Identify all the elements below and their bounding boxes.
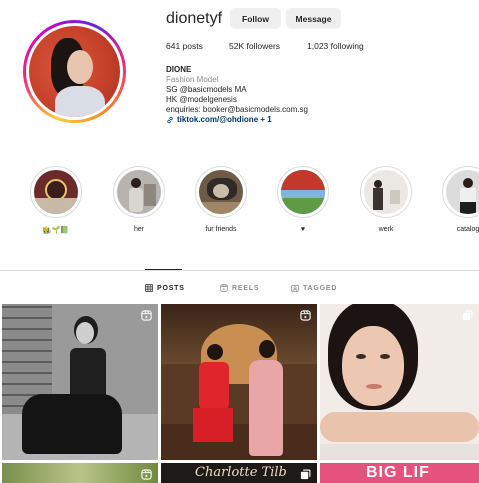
highlight-label: catalog xyxy=(456,226,479,233)
highlight-cover xyxy=(364,170,408,214)
post-thumbnail[interactable] xyxy=(2,463,158,483)
posts-count: 641 posts xyxy=(166,41,203,51)
highlight-ring xyxy=(195,166,247,218)
post-subject-lips xyxy=(366,384,382,389)
highlight-item[interactable]: her xyxy=(112,166,166,233)
highlight-ring xyxy=(277,166,329,218)
highlight-label: fur friends xyxy=(205,226,237,233)
highlight-cover xyxy=(117,170,161,214)
bio-line: SG @basicmodels MA xyxy=(166,85,247,94)
post-subject-pants xyxy=(22,394,122,454)
post-thumbnail[interactable] xyxy=(320,304,479,460)
highlight-cover xyxy=(446,170,479,214)
highlight-item[interactable]: 👩‍🌾🌱📗 xyxy=(29,166,83,234)
highlight-item[interactable]: fur friends xyxy=(194,166,248,233)
post-bg-floor xyxy=(161,424,317,460)
highlight-item[interactable]: werk xyxy=(359,166,413,233)
carousel-icon xyxy=(462,310,473,321)
post-subject-eye xyxy=(380,354,390,359)
post-thumbnail[interactable] xyxy=(161,304,317,460)
profile-avatar[interactable] xyxy=(23,20,126,123)
tab-tagged[interactable]: TAGGED xyxy=(291,284,337,292)
post-subject-hair xyxy=(259,340,275,358)
avatar-face xyxy=(67,50,93,84)
post-subject-top xyxy=(70,348,106,400)
post-subject-face xyxy=(76,322,94,344)
post-thumbnail[interactable]: BIG LIF xyxy=(320,463,479,483)
bio-link[interactable]: tiktok.com/@ohdione + 1 xyxy=(166,115,308,125)
highlight-label: ♥ xyxy=(300,226,306,233)
highlight-item[interactable]: ♥ xyxy=(276,166,330,233)
highlight-ring xyxy=(442,166,479,218)
profile-bio: DIONE Fashion Model SG @basicmodels MA H… xyxy=(166,65,308,125)
highlight-label: her xyxy=(133,226,145,233)
highlight-label: 👩‍🌾🌱📗 xyxy=(42,227,70,234)
highlight-ring xyxy=(30,166,82,218)
highlight-cover xyxy=(199,170,243,214)
post-subject-hands xyxy=(320,412,479,442)
post-sign-text: BIG LIF xyxy=(366,464,430,481)
bio-line: HK @modelgenesis xyxy=(166,95,237,104)
carousel-icon xyxy=(300,469,311,480)
post-sign-text: Charlotte Tilb xyxy=(195,465,287,480)
reel-icon xyxy=(141,310,152,321)
highlight-label: werk xyxy=(378,226,394,233)
highlight-ring xyxy=(360,166,412,218)
bio-name: DIONE xyxy=(166,65,192,74)
link-icon xyxy=(167,116,173,124)
reel-icon xyxy=(141,469,152,480)
highlight-ring xyxy=(113,166,165,218)
following-count[interactable]: 1,023 following xyxy=(307,41,364,51)
grid-icon xyxy=(145,284,153,292)
post-thumbnail[interactable]: Charlotte Tilb xyxy=(161,463,317,483)
post-bg-table xyxy=(320,444,479,460)
post-bg-foliage xyxy=(2,463,158,483)
tab-reels[interactable]: REELS xyxy=(220,284,259,292)
avatar-image xyxy=(29,26,120,117)
follow-button[interactable]: Follow xyxy=(230,8,281,29)
post-subject-face xyxy=(342,326,404,406)
tabs-divider xyxy=(0,270,479,271)
tag-icon xyxy=(291,284,299,292)
highlight-cover xyxy=(281,170,325,214)
avatar-border xyxy=(26,23,123,120)
profile-username: dionetyf xyxy=(166,10,223,27)
avatar-shoulder xyxy=(55,86,105,117)
followers-count[interactable]: 52K followers xyxy=(229,41,280,51)
reel-icon xyxy=(300,310,311,321)
highlight-cover xyxy=(34,170,78,214)
reels-icon xyxy=(220,284,228,292)
tab-label: TAGGED xyxy=(303,284,338,292)
bio-category: Fashion Model xyxy=(166,75,219,84)
bio-link-text: tiktok.com/@ohdione + 1 xyxy=(177,115,272,124)
tab-label: POSTS xyxy=(157,284,185,292)
post-subject-dress xyxy=(249,360,283,456)
highlight-item[interactable]: catalog xyxy=(441,166,479,233)
post-subject-pants xyxy=(193,408,233,442)
bio-line: enquiries: booker@basicmodels.com.sg xyxy=(166,105,308,114)
post-thumbnail[interactable] xyxy=(2,304,158,460)
tab-posts[interactable]: POSTS xyxy=(145,284,185,292)
post-subject-hair xyxy=(207,344,223,360)
tab-label: REELS xyxy=(232,284,260,292)
active-tab-indicator xyxy=(145,269,182,270)
post-subject-eye xyxy=(356,354,366,359)
message-button[interactable]: Message xyxy=(286,8,341,29)
post-subject-suit xyxy=(199,362,229,410)
